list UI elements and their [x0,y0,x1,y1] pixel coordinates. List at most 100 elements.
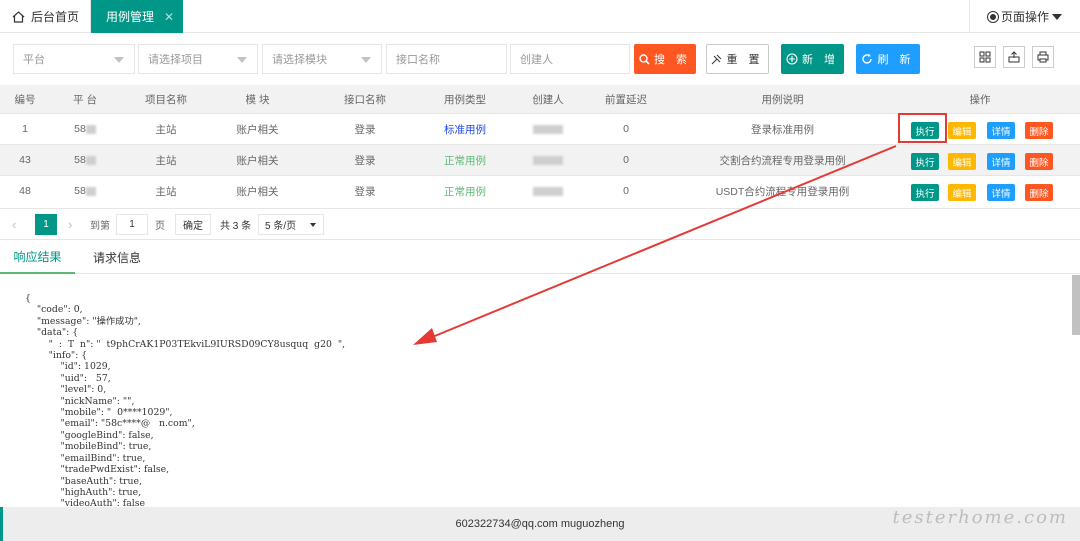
result-tabs: 响应结果 请求信息 [0,240,1080,274]
response-json: { "code": 0, "message": "操作成功", "data": … [25,293,725,507]
edit-button[interactable]: 编辑 [948,122,976,139]
print-tool[interactable] [1032,46,1054,68]
cell-no: 48 [19,185,31,197]
cell-project: 主站 [155,185,177,198]
cell-api: 登录 [354,123,376,136]
goto-page-input[interactable]: 1 [116,213,148,235]
next-page-icon[interactable]: › [68,217,72,232]
json-line: "level": 0, [25,384,107,396]
cell-creator [520,145,576,175]
confirm-button[interactable]: 确定 [175,213,211,235]
creator-input[interactable]: 创建人 [510,44,630,74]
cell-platform-text: 58 [74,123,86,135]
top-tab-bar: 后台首页 用例管理 ✕ 页面操作 [0,0,1080,33]
header-delay: 前置延迟 [605,93,647,106]
table-row[interactable]: 48 58 主站 账户相关 登录 正常用例 0 USDT合约流程专用登录用例 执… [0,175,1080,206]
header-api: 接口名称 [344,93,386,106]
chevron-down-icon [361,57,371,63]
cell-no: 1 [22,123,28,135]
json-line: { [25,293,31,304]
cell-creator [520,176,576,206]
json-line: "mobileBind": true, [25,441,152,453]
refresh-button[interactable]: 刷 新 [856,44,920,74]
detail-button[interactable]: 详情 [987,153,1015,170]
header-creator: 创建人 [532,93,564,106]
cell-type: 正常用例 [444,185,486,198]
execute-button[interactable]: 执行 [911,153,939,170]
json-line: "email": "58c****@ n.com", [25,418,195,430]
blurred-text [85,186,96,196]
delete-button[interactable]: 删除 [1025,122,1053,139]
tab-home[interactable]: 后台首页 [0,0,91,33]
cell-platform-text: 58 [74,154,86,166]
json-line: "nickName": "", [25,395,135,407]
detail-button[interactable]: 详情 [987,122,1015,139]
export-icon [1008,51,1020,63]
cell-description: 交割合约流程专用登录用例 [719,154,846,167]
page-operations-label: 页面操作 [1001,10,1050,24]
search-button-label: 搜 索 [653,54,692,66]
json-line: "id": 1029, [25,361,111,373]
json-line: "info": { [25,350,88,362]
cell-module: 账户相关 [236,185,279,198]
page-button-current[interactable]: 1 [35,213,57,235]
delete-button[interactable]: 删除 [1025,153,1053,170]
add-button-label: 新 增 [801,54,840,66]
tab-response[interactable]: 响应结果 [0,240,75,274]
platform-select[interactable]: 平台 [13,44,135,74]
header-project: 项目名称 [145,93,187,106]
left-accent-bar [0,507,3,541]
json-line: " : T n": " t9phCrAK1P03TEkviL9IURSD09CY… [25,338,346,350]
module-select-value: 请选择模块 [272,54,327,66]
cell-platform: 58 [55,145,115,175]
column-filter-tool[interactable] [974,46,996,68]
reset-button-label: 重 置 [726,54,764,66]
execute-button[interactable]: 执行 [911,184,939,201]
cell-api: 登录 [354,185,376,198]
tab-case-management[interactable]: 用例管理 ✕ [91,0,183,33]
refresh-icon [862,53,873,64]
search-icon [639,53,650,65]
chevron-down-icon [310,222,316,227]
header-module: 模 块 [245,93,270,106]
search-button[interactable]: 搜 索 [634,44,696,74]
cell-project: 主站 [155,154,177,167]
json-line: "data": { [25,327,79,339]
edit-button[interactable]: 编辑 [948,153,976,170]
tab-request[interactable]: 请求信息 [93,240,141,274]
json-line: "highAuth": true, [25,486,142,498]
table-header: 编号 平 台 项目名称 模 块 接口名称 用例类型 创建人 前置延迟 用例说明 … [0,85,1080,113]
close-icon[interactable]: ✕ [164,10,174,24]
cell-module: 账户相关 [236,123,279,136]
cell-creator [520,114,576,144]
export-tool[interactable] [1003,46,1025,68]
goto-label: 到第 [90,220,110,232]
cell-delay: 0 [623,154,629,166]
cell-delay: 0 [623,123,629,135]
case-table: 编号 平 台 项目名称 模 块 接口名称 用例类型 创建人 前置延迟 用例说明 … [0,85,1080,206]
blurred-text [85,155,96,165]
scrollbar[interactable] [1072,275,1080,335]
plus-circle-icon [786,53,798,65]
module-select[interactable]: 请选择模块 [262,44,382,74]
delete-button[interactable]: 删除 [1025,184,1053,201]
add-button[interactable]: 新 增 [781,44,844,74]
page-operations-menu[interactable]: 页面操作 [969,0,1080,33]
project-select[interactable]: 请选择项目 [138,44,258,74]
header-platform: 平 台 [73,93,97,106]
table-row[interactable]: 43 58 主站 账户相关 登录 正常用例 0 交割合约流程专用登录用例 执行 … [0,144,1080,175]
tab-case-management-label: 用例管理 [106,10,155,24]
platform-select-value: 平台 [23,54,45,66]
detail-button[interactable]: 详情 [987,184,1015,201]
prev-page-icon[interactable]: ‹ [12,217,16,232]
header-type: 用例类型 [444,93,486,106]
reset-button[interactable]: 重 置 [706,44,769,74]
page-size-select[interactable]: 5 条/页 [258,213,324,235]
cell-type: 标准用例 [444,123,486,136]
grid-icon [979,51,991,63]
json-line: "baseAuth": true, [25,475,142,487]
cell-description: 登录标准用例 [751,123,814,136]
chevron-down-icon [237,57,247,63]
edit-button[interactable]: 编辑 [948,184,976,201]
api-name-input[interactable]: 接口名称 [386,44,507,74]
